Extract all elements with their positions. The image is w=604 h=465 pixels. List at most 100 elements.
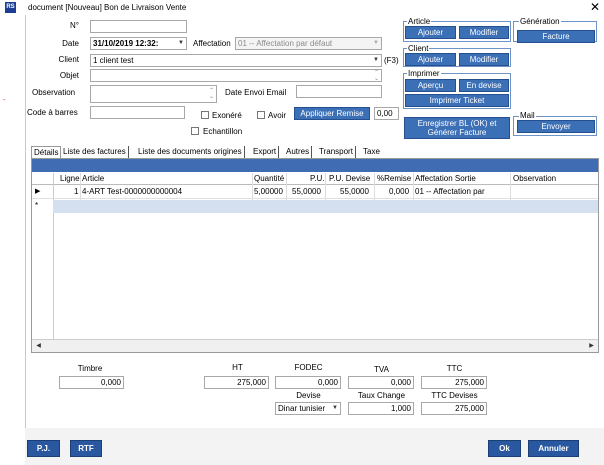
devise-label: Devise bbox=[296, 391, 321, 400]
affectation-label: Affectation bbox=[193, 39, 231, 48]
apercu-button[interactable]: Aperçu bbox=[405, 79, 456, 92]
date-envoi-input[interactable] bbox=[296, 85, 382, 98]
cell-pu[interactable]: 55,0000 bbox=[292, 186, 321, 198]
row-marker-icon: ▶ bbox=[35, 188, 41, 195]
appliquer-remise-button[interactable]: Appliquer Remise bbox=[294, 107, 370, 120]
timbre-label: Timbre bbox=[77, 364, 103, 373]
taux-input[interactable]: 1,000 bbox=[348, 402, 414, 415]
devise-select[interactable]: Dinar tunisier ▼ bbox=[275, 402, 341, 415]
cell-ligne[interactable]: 1 bbox=[74, 186, 78, 198]
facture-button[interactable]: Facture bbox=[517, 30, 595, 43]
client-select[interactable]: 1 client test ▼ bbox=[90, 54, 382, 67]
client-group-title: Client bbox=[407, 44, 430, 53]
affectation-value: 01 -- Affectation par défaut bbox=[238, 39, 333, 48]
mail-group-title: Mail bbox=[519, 111, 536, 120]
avoir-checkbox[interactable] bbox=[257, 111, 265, 119]
enregistrer-line1: Enregistrer BL (OK) et bbox=[417, 119, 497, 128]
objet-label: Objet bbox=[59, 71, 79, 80]
side-mark: - bbox=[3, 95, 6, 104]
cell-pu-devise[interactable]: 55,0000 bbox=[340, 186, 369, 198]
ht-label: HT bbox=[232, 363, 243, 372]
ht-value: 275,000 bbox=[204, 376, 269, 389]
tab-details[interactable]: Détails bbox=[31, 146, 62, 158]
tab-taxe[interactable]: Taxe bbox=[361, 146, 382, 158]
tab-transport[interactable]: Transport bbox=[317, 146, 356, 158]
date-picker[interactable]: 31/10/2019 12:32: ▼ bbox=[90, 37, 187, 50]
col-header-article[interactable]: Article bbox=[82, 173, 104, 185]
scroll-right-icon[interactable]: ▶ bbox=[585, 340, 598, 352]
new-row[interactable] bbox=[53, 200, 598, 213]
client-hint: (F3) bbox=[384, 56, 399, 65]
tab-liste-factures[interactable]: Liste des factures bbox=[61, 146, 129, 158]
taux-label: Taux Change bbox=[357, 391, 406, 400]
exonere-checkbox[interactable] bbox=[201, 111, 209, 119]
chevron-down-icon[interactable]: ▼ bbox=[372, 56, 380, 65]
fodec-value: 0,000 bbox=[275, 376, 341, 389]
spin-icon[interactable]: ⌃ ⌄ bbox=[373, 70, 380, 81]
scroll-left-icon[interactable]: ◀ bbox=[32, 340, 45, 352]
client-label: Client bbox=[58, 55, 79, 64]
date-envoi-label: Date Envoi Email bbox=[225, 88, 287, 97]
chevron-down-icon[interactable]: ▼ bbox=[372, 39, 380, 48]
ttc-devises-label: TTC Devises bbox=[431, 391, 478, 400]
col-header-pu[interactable]: P.U. bbox=[310, 173, 325, 185]
chevron-down-icon[interactable]: ▼ bbox=[331, 404, 339, 413]
app-icon: RS bbox=[5, 2, 16, 13]
col-header-quantite[interactable]: Quantité bbox=[254, 173, 284, 185]
fodec-label: FODEC bbox=[294, 363, 323, 372]
tva-value: 0,000 bbox=[348, 376, 414, 389]
imprimer-group-title: Imprimer bbox=[407, 69, 441, 78]
ttc-label: TTC bbox=[446, 364, 463, 373]
new-row-marker: * bbox=[35, 201, 39, 210]
imprimer-ticket-button[interactable]: Imprimer Ticket bbox=[405, 94, 509, 107]
remise-input[interactable]: 0,00 bbox=[374, 107, 399, 120]
chevron-down-icon[interactable]: ▼ bbox=[177, 39, 185, 48]
article-group-title: Article bbox=[407, 17, 432, 26]
client-ajouter-button[interactable]: Ajouter bbox=[405, 53, 456, 66]
article-ajouter-button[interactable]: Ajouter bbox=[405, 26, 456, 39]
exonere-label: Exonéré bbox=[212, 111, 242, 120]
tab-autres[interactable]: Autres bbox=[284, 146, 313, 158]
ttc-value: 275,000 bbox=[421, 376, 487, 389]
col-header-ligne[interactable]: Ligne bbox=[60, 173, 80, 185]
grid-group-panel bbox=[32, 159, 598, 172]
no-label: N° bbox=[70, 21, 79, 30]
envoyer-button[interactable]: Envoyer bbox=[517, 120, 595, 133]
enregistrer-button[interactable]: Enregistrer BL (OK) et Générer Facture bbox=[404, 117, 510, 139]
article-modifier-button[interactable]: Modifier bbox=[459, 26, 509, 39]
cell-article[interactable]: 4-ART Test-0000000000004 bbox=[82, 186, 182, 198]
tab-export[interactable]: Export bbox=[251, 146, 280, 158]
annuler-button[interactable]: Annuler bbox=[528, 440, 579, 457]
rtf-button[interactable]: RTF bbox=[70, 440, 102, 457]
col-header-observation[interactable]: Observation bbox=[513, 173, 556, 185]
echantillon-checkbox[interactable] bbox=[191, 127, 199, 135]
no-input[interactable] bbox=[90, 20, 187, 33]
horizontal-scrollbar[interactable]: ◀ ▶ bbox=[32, 339, 598, 352]
date-value: 31/10/2019 12:32: bbox=[93, 39, 159, 48]
pj-button[interactable]: P.J. bbox=[27, 440, 60, 457]
close-icon[interactable]: ✕ bbox=[590, 0, 600, 14]
enregistrer-line2: Générer Facture bbox=[427, 128, 487, 137]
spin-icon[interactable]: ⌃ ⌄ bbox=[208, 88, 215, 100]
ttc-devises-value: 275,000 bbox=[421, 402, 487, 415]
client-modifier-button[interactable]: Modifier bbox=[459, 53, 509, 66]
observation-label: Observation bbox=[32, 88, 76, 97]
cell-quantite[interactable]: 5,00000 bbox=[254, 186, 283, 198]
client-value: 1 client test bbox=[93, 56, 134, 65]
generation-group-title: Génération bbox=[519, 17, 561, 26]
window-title: document [Nouveau] Bon de Livraison Vent… bbox=[28, 3, 187, 12]
ok-button[interactable]: Ok bbox=[488, 440, 521, 457]
cell-affectation[interactable]: 01 -- Affectation par bbox=[415, 186, 485, 198]
cell-remise[interactable]: 0,000 bbox=[389, 186, 409, 198]
timbre-input[interactable]: 0,000 bbox=[59, 376, 124, 389]
objet-input[interactable]: ⌃ ⌄ bbox=[90, 69, 382, 82]
col-header-pu-devise[interactable]: P.U. Devise bbox=[329, 173, 370, 185]
avoir-label: Avoir bbox=[268, 111, 287, 120]
observation-input[interactable]: ⌃ ⌄ bbox=[90, 85, 217, 103]
col-header-affectation[interactable]: Affectation Sortie bbox=[415, 173, 476, 185]
tab-documents-origines[interactable]: Liste des documents origines bbox=[136, 146, 245, 158]
col-header-remise[interactable]: %Remise bbox=[377, 173, 411, 185]
en-devise-button[interactable]: En devise bbox=[459, 79, 509, 92]
code-barres-input[interactable] bbox=[90, 106, 185, 119]
affectation-select[interactable]: 01 -- Affectation par défaut ▼ bbox=[235, 37, 382, 50]
